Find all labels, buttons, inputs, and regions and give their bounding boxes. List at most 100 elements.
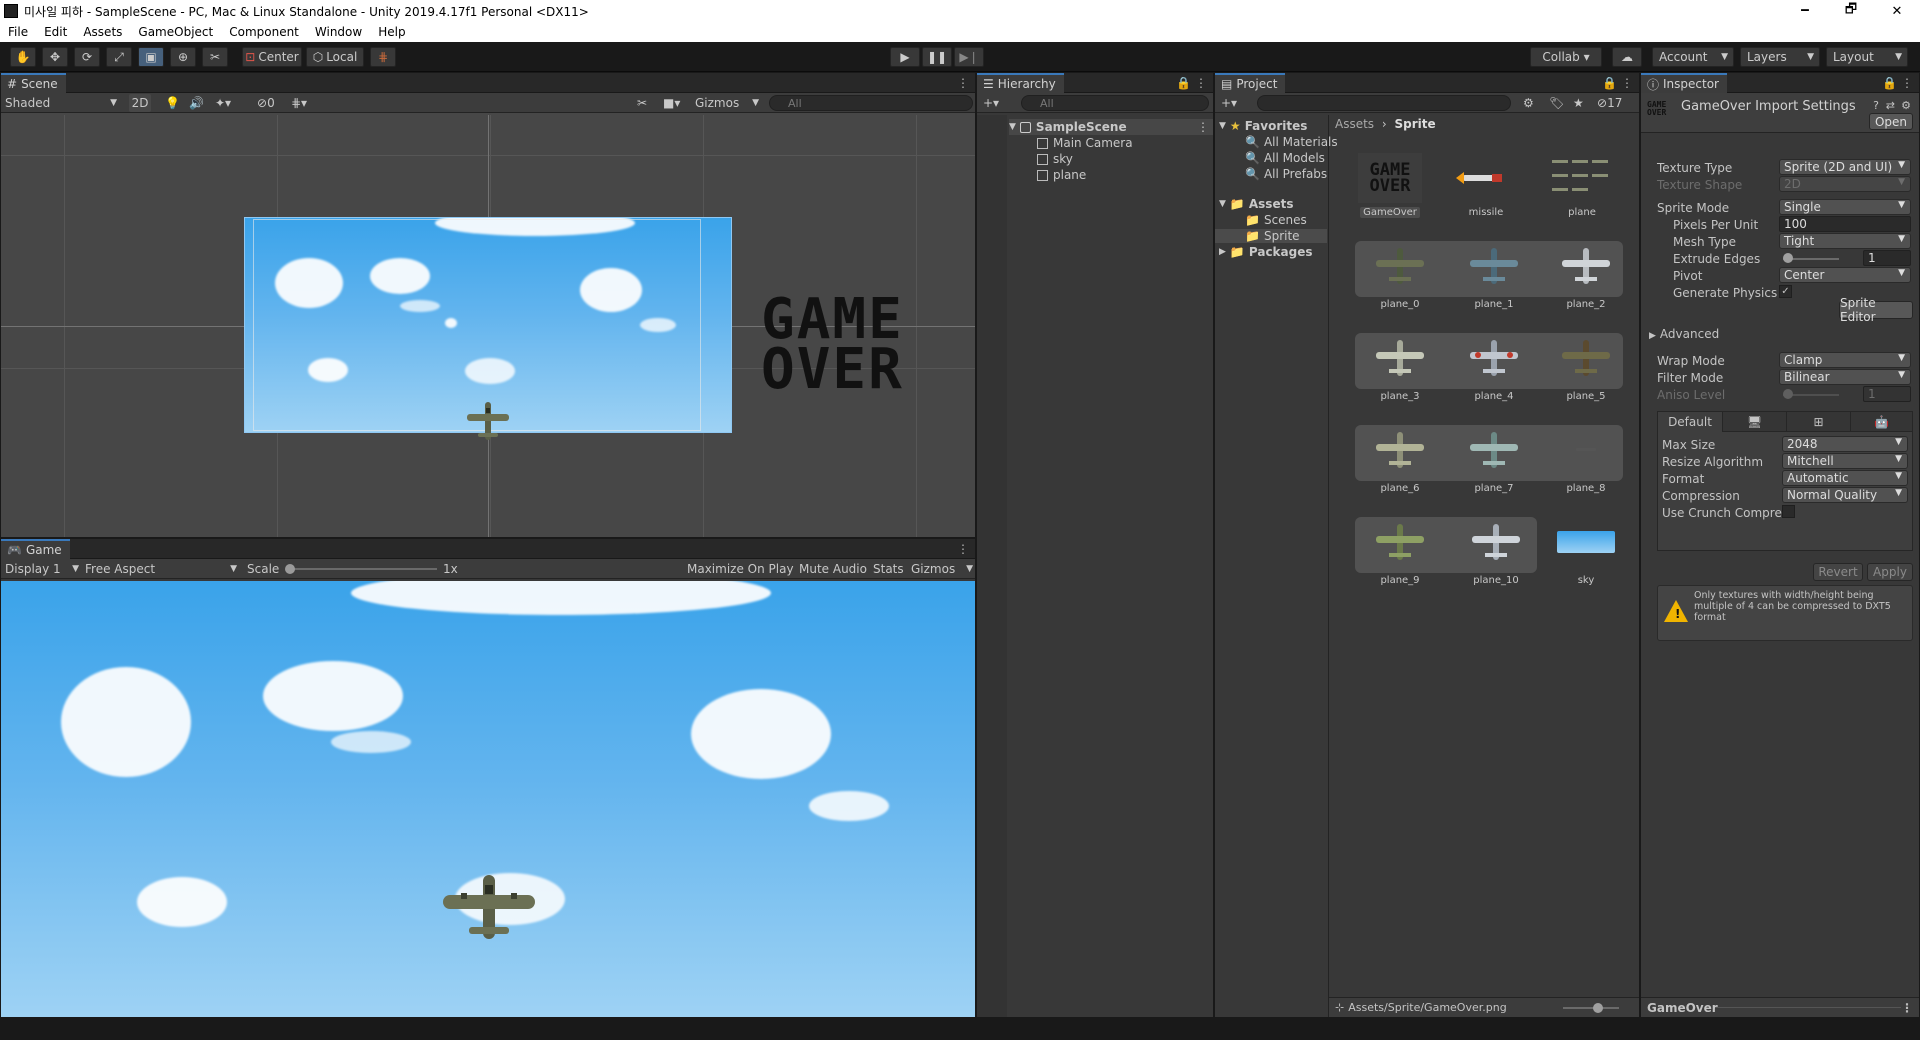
- account-dropdown[interactable]: Account ▼: [1652, 47, 1734, 67]
- scene-search-input[interactable]: All: [769, 95, 973, 111]
- play-button[interactable]: ▶: [890, 47, 920, 67]
- favorite-all-models[interactable]: 🔍 All Models: [1245, 151, 1325, 165]
- rect-tool-icon[interactable]: ▣: [138, 47, 164, 67]
- asset-plane-sheet[interactable]: plane: [1537, 153, 1627, 218]
- lock-icon[interactable]: 🔒: [1602, 76, 1617, 90]
- asset-missile[interactable]: missile: [1441, 153, 1531, 218]
- sprite-mode-dropdown[interactable]: Single ▼: [1779, 199, 1911, 215]
- move-tool-icon[interactable]: ✥: [42, 47, 68, 67]
- favorites-folder[interactable]: ▼ ★ Favorites: [1219, 119, 1307, 133]
- gear-icon[interactable]: ⚙: [1901, 99, 1911, 112]
- asset-plane-3[interactable]: plane_3: [1355, 333, 1445, 402]
- asset-plane-7[interactable]: plane_7: [1449, 425, 1539, 494]
- scene-viewport[interactable]: GAME OVER: [1, 115, 975, 537]
- breadcrumb-assets[interactable]: Assets: [1335, 117, 1374, 131]
- grid-icon[interactable]: ⋕▾: [291, 94, 307, 112]
- tab-project[interactable]: ▤ Project: [1215, 73, 1286, 93]
- asset-plane-2[interactable]: plane_2: [1541, 241, 1631, 310]
- asset-plane-9[interactable]: plane_9: [1355, 517, 1445, 586]
- extrude-edges-field[interactable]: 1: [1863, 250, 1911, 266]
- mute-audio-toggle[interactable]: Mute Audio: [799, 560, 867, 578]
- lock-icon[interactable]: 🔒: [1176, 76, 1191, 90]
- layers-dropdown[interactable]: Layers ▼: [1740, 47, 1820, 67]
- audio-icon[interactable]: 🔊: [189, 94, 204, 112]
- resize-algorithm-dropdown[interactable]: Mitchell ▼: [1782, 453, 1908, 469]
- hierarchy-menu-icon[interactable]: ⋮: [1195, 76, 1207, 90]
- tab-hierarchy[interactable]: ☰ Hierarchy: [977, 73, 1064, 93]
- layout-dropdown[interactable]: Layout ▼: [1826, 47, 1908, 67]
- compression-dropdown[interactable]: Normal Quality ▼: [1782, 487, 1908, 503]
- asset-plane-1[interactable]: plane_1: [1449, 241, 1539, 310]
- asset-plane-10[interactable]: plane_10: [1451, 517, 1541, 586]
- asset-gameover[interactable]: GAME OVER GameOver: [1345, 153, 1435, 218]
- game-plane-sprite[interactable]: [441, 873, 537, 941]
- effects-icon[interactable]: ✦▾: [215, 94, 231, 112]
- lighting-icon[interactable]: 💡: [165, 94, 180, 112]
- favorite-star-icon[interactable]: ★: [1573, 94, 1584, 112]
- minimize-button[interactable]: 🗕: [1782, 0, 1828, 22]
- snap-grid-icon[interactable]: ⋕: [370, 47, 396, 67]
- scene-gameover-sprite[interactable]: GAME OVER: [761, 292, 904, 398]
- inspector-preview-bar[interactable]: GameOver ⋮: [1641, 997, 1919, 1017]
- expand-arrow-icon[interactable]: ▼: [1009, 122, 1016, 132]
- game-gizmos-dropdown[interactable]: Gizmos ▼: [911, 560, 973, 578]
- pivot-local-button[interactable]: ⬡ Local: [306, 47, 364, 67]
- scene-gizmos-dropdown[interactable]: Gizmos ▼: [695, 94, 759, 112]
- thumbnail-size-slider[interactable]: [1563, 1007, 1619, 1009]
- menu-file[interactable]: File: [0, 25, 36, 39]
- monitor-icon[interactable]: 🖥: [1722, 412, 1786, 432]
- display-dropdown[interactable]: Display 1 ▼: [5, 560, 79, 578]
- lock-icon[interactable]: 🔒: [1882, 76, 1897, 90]
- hierarchy-add-icon[interactable]: +▾: [983, 94, 999, 112]
- aspect-dropdown[interactable]: Free Aspect ▼: [85, 560, 237, 578]
- hidden-packages-icon[interactable]: ⊘ 17: [1597, 94, 1622, 112]
- asset-plane-6[interactable]: plane_6: [1355, 425, 1445, 494]
- format-dropdown[interactable]: Automatic ▼: [1782, 470, 1908, 486]
- stats-toggle[interactable]: Stats: [873, 560, 904, 578]
- menu-window[interactable]: Window: [307, 25, 370, 39]
- transform-tool-icon[interactable]: ⊕: [170, 47, 196, 67]
- scale-slider-thumb[interactable]: [285, 564, 295, 574]
- project-add-icon[interactable]: +▾: [1221, 94, 1237, 112]
- game-viewport[interactable]: [1, 581, 975, 1017]
- tab-game[interactable]: 🎮 Game: [1, 539, 70, 559]
- hierarchy-search-input[interactable]: All: [1021, 95, 1209, 111]
- pause-button[interactable]: ❚❚: [922, 47, 952, 67]
- pixels-per-unit-field[interactable]: 100: [1779, 216, 1911, 232]
- menu-gameobject[interactable]: GameObject: [130, 25, 221, 39]
- android-icon[interactable]: 🤖: [1850, 412, 1912, 432]
- scale-slider[interactable]: [287, 568, 437, 570]
- step-button[interactable]: ▶❘: [954, 47, 984, 67]
- scale-tool-icon[interactable]: ⤢: [106, 47, 132, 67]
- cloud-icon[interactable]: ☁: [1612, 47, 1642, 67]
- wrap-mode-dropdown[interactable]: Clamp ▼: [1779, 352, 1911, 368]
- menu-assets[interactable]: Assets: [75, 25, 130, 39]
- maximize-on-play-toggle[interactable]: Maximize On Play: [687, 560, 794, 578]
- favorite-all-prefabs[interactable]: 🔍 All Prefabs: [1245, 167, 1327, 181]
- breadcrumb-sprite[interactable]: Sprite: [1395, 117, 1436, 131]
- hierarchy-item-sky[interactable]: sky: [1037, 152, 1073, 166]
- hand-tool-icon[interactable]: ✋: [10, 47, 36, 67]
- asset-sky[interactable]: sky: [1541, 517, 1631, 586]
- mesh-type-dropdown[interactable]: Tight ▼: [1779, 233, 1911, 249]
- use-crunch-checkbox[interactable]: [1782, 505, 1795, 518]
- packages-folder[interactable]: ▶ 📁 Packages: [1219, 245, 1313, 259]
- collab-button[interactable]: Collab ▾: [1530, 47, 1602, 67]
- max-size-dropdown[interactable]: 2048 ▼: [1782, 436, 1908, 452]
- assets-folder[interactable]: ▼ 📁 Assets: [1219, 197, 1293, 211]
- hidden-objects-icon[interactable]: ⊘ 0: [257, 94, 275, 112]
- asset-plane-8[interactable]: plane_8: [1541, 425, 1631, 494]
- custom-tool-icon[interactable]: ✂: [202, 47, 228, 67]
- inspector-menu-icon[interactable]: ⋮: [1901, 76, 1913, 90]
- help-icon[interactable]: ?: [1873, 99, 1879, 112]
- folder-scenes[interactable]: 📁 Scenes: [1245, 213, 1307, 227]
- tools-icon[interactable]: ✂: [637, 94, 647, 112]
- platform-tab-default[interactable]: Default: [1658, 412, 1722, 432]
- menu-component[interactable]: Component: [221, 25, 307, 39]
- hierarchy-item-main-camera[interactable]: Main Camera: [1037, 136, 1133, 150]
- pivot-dropdown[interactable]: Center ▼: [1779, 267, 1911, 283]
- thumbnail-size-thumb[interactable]: [1593, 1003, 1603, 1013]
- shading-dropdown[interactable]: Shaded ▼: [5, 94, 117, 112]
- filter-mode-dropdown[interactable]: Bilinear ▼: [1779, 369, 1911, 385]
- maximize-button[interactable]: 🗗: [1828, 0, 1874, 22]
